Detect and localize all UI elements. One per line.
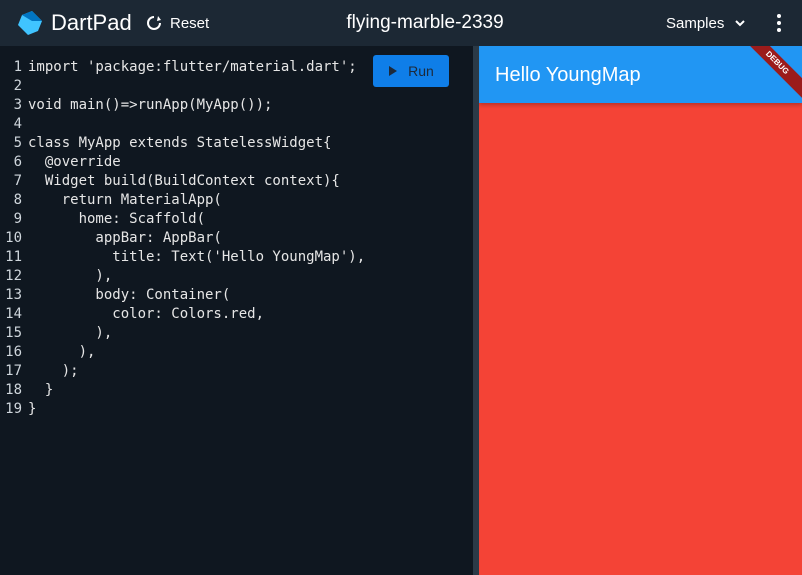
code-line: 12 ), xyxy=(5,268,113,284)
code-line: 18 } xyxy=(5,382,54,398)
samples-label: Samples xyxy=(666,14,725,32)
chevron-down-icon xyxy=(735,20,746,27)
code-line: 17 ); xyxy=(5,363,79,379)
code-line: 6 @override xyxy=(13,154,121,170)
code-line: 4 xyxy=(13,116,22,132)
samples-button[interactable]: Samples xyxy=(666,13,746,33)
code-line: 16 ), xyxy=(5,344,96,360)
code-line: 14 color: Colors.red, xyxy=(5,306,265,322)
run-button[interactable]: Run xyxy=(373,55,449,87)
code-line: 11 title: Text('Hello YoungMap'), xyxy=(5,249,366,265)
preview-appbar: Hello YoungMap xyxy=(479,46,802,103)
code-line: 9 home: Scaffold( xyxy=(13,211,206,227)
reset-label: Reset xyxy=(170,14,210,32)
code-line: 15 ), xyxy=(5,325,113,341)
app-preview: Hello YoungMap DEBUG xyxy=(479,46,802,575)
code-line: 2 xyxy=(13,78,22,94)
refresh-icon xyxy=(147,16,161,30)
code-line: 3 void main()=>runApp(MyApp()); xyxy=(13,97,273,113)
dart-logo-icon xyxy=(18,11,42,35)
code-line: 10 appBar: AppBar( xyxy=(5,230,222,246)
preview-appbar-title: Hello YoungMap xyxy=(495,64,641,86)
play-icon xyxy=(389,66,398,76)
page-title: flying-marble-2339 xyxy=(346,12,504,33)
code-line: 5 class MyApp extends StatelessWidget{ xyxy=(13,135,332,151)
code-line: 13 body: Container( xyxy=(5,287,231,303)
code-line: 8 return MaterialApp( xyxy=(13,192,222,208)
code-editor[interactable]: 1 import 'package:flutter/material.dart';… xyxy=(0,46,473,575)
app-brand: DartPad xyxy=(51,10,132,35)
reset-button[interactable]: Reset xyxy=(146,13,209,33)
more-vert-icon[interactable] xyxy=(768,11,790,35)
code-line: 7 Widget build(BuildContext context){ xyxy=(13,173,340,189)
code-lines[interactable]: 1 import 'package:flutter/material.dart';… xyxy=(0,58,365,419)
code-line: 19} xyxy=(5,401,37,417)
top-bar: DartPad Reset flying-marble-2339 Samples xyxy=(0,0,802,46)
run-label: Run xyxy=(408,63,434,79)
code-line: 1 import 'package:flutter/material.dart'; xyxy=(13,59,357,75)
